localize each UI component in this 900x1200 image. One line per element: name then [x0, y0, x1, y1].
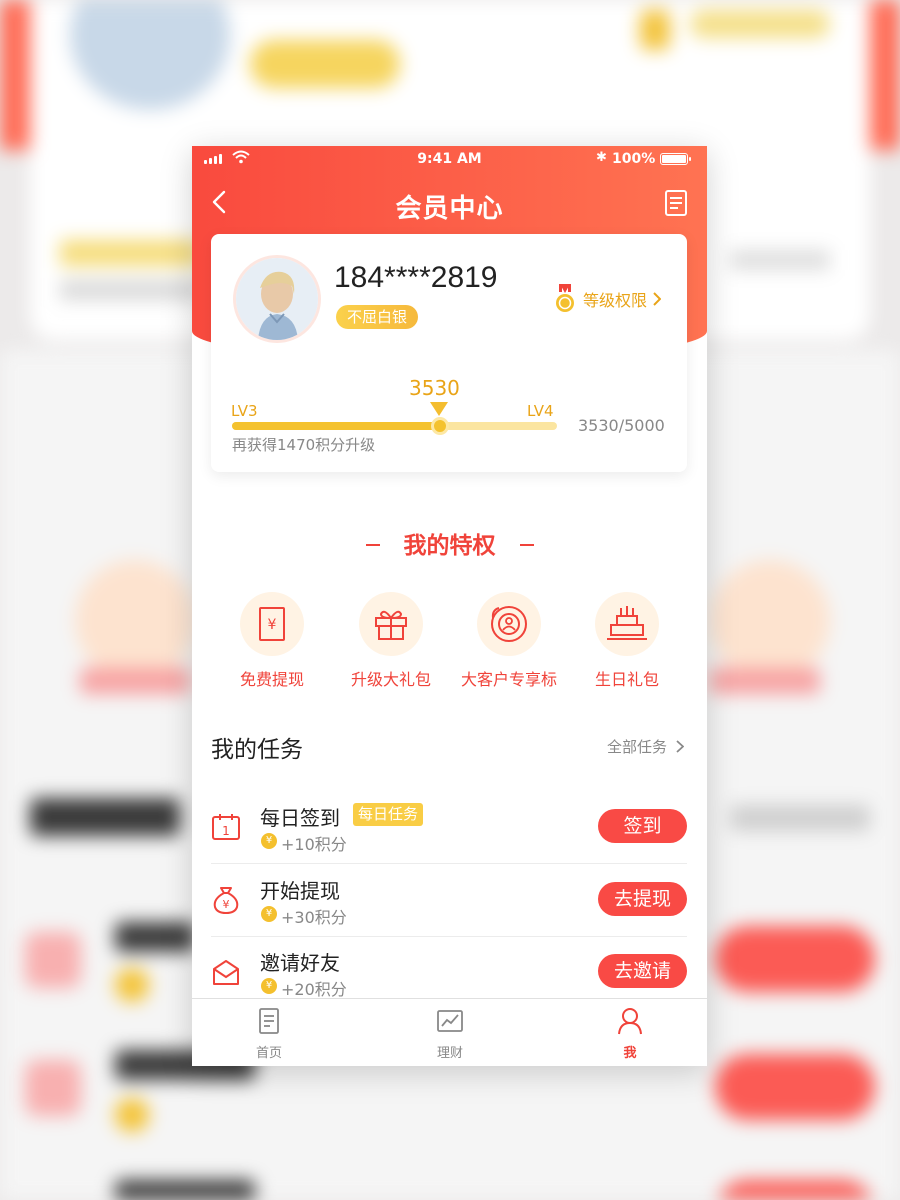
- title-dash-right: [519, 543, 534, 546]
- title-dash-left: [365, 543, 380, 546]
- privilege-item-upgrade-gift[interactable]: 升级大礼包: [331, 592, 451, 690]
- privilege-item-vip-badge[interactable]: 大客户专享标: [449, 592, 569, 690]
- privileges-title: 我的特权: [192, 526, 707, 560]
- checkin-button[interactable]: 签到: [598, 809, 687, 843]
- tab-bar: 首页 理财 我: [192, 998, 707, 1066]
- tab-label: 首页: [255, 1046, 282, 1061]
- all-tasks-label: 全部任务: [607, 738, 668, 756]
- task-name: 邀请好友: [260, 951, 340, 975]
- phone-screen: 9:41 AM ✱ 100% 会员中心 184****2819 不屈白银 等级权…: [192, 146, 707, 1066]
- coin-icon: ¥: [261, 833, 277, 849]
- home-doc-icon: [259, 1008, 279, 1034]
- task-row-daily-checkin: 1 每日签到 每日任务 ¥ +10积分 签到: [211, 792, 687, 864]
- privilege-label: 免费提现: [239, 670, 304, 689]
- privilege-item-birthday-gift[interactable]: 生日礼包: [567, 592, 687, 690]
- bluetooth-icon: ✱: [596, 150, 607, 165]
- cash-withdraw-icon: ¥: [240, 592, 304, 656]
- member-card: 184****2819 不屈白银 等级权限 3530 LV3 LV4 3530/…: [211, 234, 687, 472]
- vip-badge-icon: [477, 592, 541, 656]
- tier-badge: 不屈白银: [336, 305, 419, 329]
- upgrade-hint: 再获得1470积分升级: [232, 436, 376, 454]
- status-bar: 9:41 AM ✱ 100%: [192, 146, 707, 172]
- svg-text:1: 1: [222, 824, 230, 838]
- coin-icon: ¥: [261, 906, 277, 922]
- envelope-icon: [213, 960, 239, 985]
- page-title: 会员中心: [395, 194, 504, 224]
- calendar-icon: 1: [212, 814, 240, 840]
- level-progress-fill: [232, 422, 440, 430]
- document-icon[interactable]: [664, 189, 688, 217]
- withdraw-button[interactable]: 去提现: [598, 882, 687, 916]
- level-privilege-link[interactable]: 等级权限: [555, 284, 662, 314]
- level-progress-bar: [232, 417, 557, 435]
- privileges-title-text: 我的特权: [403, 533, 496, 559]
- invite-button[interactable]: 去邀请: [598, 954, 687, 988]
- medal-icon: [556, 284, 574, 312]
- all-tasks-link[interactable]: 全部任务: [607, 736, 685, 757]
- task-row-withdraw: ¥ 开始提现 ¥ +30积分 去提现: [211, 865, 687, 937]
- privilege-item-free-withdraw[interactable]: ¥ 免费提现: [212, 592, 332, 690]
- task-name: 每日签到: [260, 806, 340, 830]
- current-points-marker: 3530: [409, 376, 460, 400]
- member-phone: 184****2819: [334, 261, 498, 294]
- chevron-right-icon: [676, 740, 685, 753]
- level-current: LV3: [231, 402, 258, 420]
- progress-pointer-icon: [430, 402, 448, 416]
- tab-label: 我: [623, 1046, 637, 1061]
- tasks-title: 我的任务: [211, 737, 303, 763]
- task-tag: 每日任务: [353, 803, 424, 826]
- level-privilege-label: 等级权限: [583, 291, 648, 310]
- chart-icon: [437, 1010, 463, 1032]
- tab-home[interactable]: 首页: [219, 1007, 319, 1061]
- user-icon: [618, 1008, 642, 1035]
- tab-finance[interactable]: 理财: [400, 1007, 500, 1061]
- chevron-right-icon: [653, 292, 662, 306]
- nav-bar: 会员中心: [192, 176, 707, 232]
- tab-label: 理财: [436, 1046, 463, 1061]
- coin-icon: ¥: [261, 978, 277, 994]
- privilege-label: 升级大礼包: [350, 670, 431, 689]
- task-points: +30积分: [281, 908, 347, 927]
- points-score: 3530/5000: [578, 416, 665, 435]
- battery-icon: [660, 153, 691, 165]
- task-points: +20积分: [281, 980, 347, 999]
- privilege-label: 生日礼包: [594, 670, 659, 689]
- level-next: LV4: [527, 402, 554, 420]
- task-name: 开始提现: [260, 879, 340, 903]
- privilege-label: 大客户专享标: [460, 670, 557, 689]
- tab-me[interactable]: 我: [580, 1007, 680, 1061]
- level-progress-knob: [431, 417, 449, 435]
- avatar[interactable]: [233, 255, 321, 343]
- battery-percent: 100%: [612, 151, 656, 167]
- task-points: +10积分: [281, 835, 347, 854]
- birthday-cake-icon: [595, 592, 659, 656]
- gift-icon: [359, 592, 423, 656]
- svg-text:¥: ¥: [268, 617, 277, 633]
- money-bag-icon: ¥: [213, 887, 239, 915]
- svg-text:¥: ¥: [223, 898, 230, 911]
